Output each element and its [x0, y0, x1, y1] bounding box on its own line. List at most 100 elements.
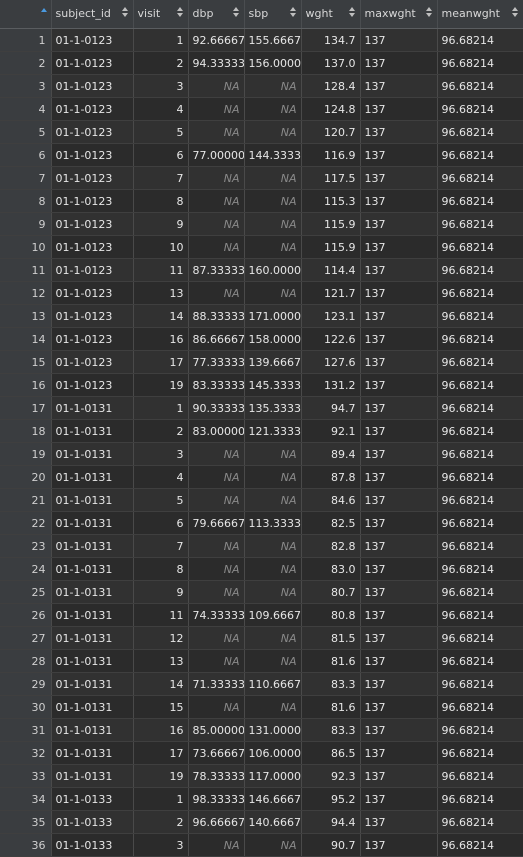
table-row[interactable]: 32 01-1-0131 17 73.66667 106.0000 86.5 137 96.6…	[0, 741, 523, 765]
meanwght-cell[interactable]: 96.68214	[437, 51, 523, 75]
visit-cell[interactable]: 10	[133, 235, 189, 259]
table-row[interactable]: 25 01-1-0131 9 NA NA 80.7 137 96.68214	[0, 580, 523, 604]
maxwght-cell[interactable]: 137	[360, 626, 438, 650]
meanwght-cell[interactable]: 96.68214	[437, 28, 523, 52]
visit-cell[interactable]: 8	[133, 189, 189, 213]
dbp-cell[interactable]: 85.00000	[188, 718, 245, 742]
dbp-cell[interactable]: NA	[188, 235, 245, 259]
wght-cell[interactable]: 82.8	[301, 534, 361, 558]
meanwght-cell[interactable]: 96.68214	[437, 212, 523, 236]
visit-cell[interactable]: 4	[133, 465, 189, 489]
meanwght-cell[interactable]: 96.68214	[437, 511, 523, 535]
dbp-cell[interactable]: 92.66667	[188, 28, 245, 52]
visit-cell[interactable]: 11	[133, 603, 189, 627]
dbp-cell[interactable]: NA	[188, 189, 245, 213]
row-index-cell[interactable]: 22	[0, 511, 52, 535]
row-index-cell[interactable]: 27	[0, 626, 52, 650]
visit-cell[interactable]: 16	[133, 327, 189, 351]
wght-cell[interactable]: 87.8	[301, 465, 361, 489]
sbp-cell[interactable]: NA	[244, 557, 302, 581]
maxwght-cell[interactable]: 137	[360, 373, 438, 397]
sort-icon[interactable]	[232, 7, 239, 19]
row-index-cell[interactable]: 19	[0, 442, 52, 466]
meanwght-cell[interactable]: 96.68214	[437, 695, 523, 719]
maxwght-cell[interactable]: 137	[360, 281, 438, 305]
table-row[interactable]: 29 01-1-0131 14 71.33333 110.6667 83.3 137 96.6…	[0, 672, 523, 696]
row-index-cell[interactable]: 28	[0, 649, 52, 673]
meanwght-cell[interactable]: 96.68214	[437, 810, 523, 834]
subject-id-cell[interactable]: 01-1-0131	[51, 695, 134, 719]
maxwght-cell[interactable]: 137	[360, 166, 438, 190]
column-header-wght[interactable]: wght	[301, 0, 361, 29]
sort-icon[interactable]	[511, 7, 518, 19]
subject-id-cell[interactable]: 01-1-0123	[51, 235, 134, 259]
table-row[interactable]: 10 01-1-0123 10 NA NA 115.9 137 96.68214	[0, 235, 523, 259]
visit-cell[interactable]: 1	[133, 396, 189, 420]
sbp-cell[interactable]: NA	[244, 281, 302, 305]
table-row[interactable]: 13 01-1-0123 14 88.33333 171.0000 123.1 137 96.…	[0, 304, 523, 328]
subject-id-cell[interactable]: 01-1-0123	[51, 212, 134, 236]
meanwght-cell[interactable]: 96.68214	[437, 120, 523, 144]
subject-id-cell[interactable]: 01-1-0123	[51, 189, 134, 213]
sbp-cell[interactable]: NA	[244, 235, 302, 259]
visit-cell[interactable]: 1	[133, 787, 189, 811]
row-index-cell[interactable]: 25	[0, 580, 52, 604]
dbp-cell[interactable]: NA	[188, 74, 245, 98]
subject-id-cell[interactable]: 01-1-0131	[51, 603, 134, 627]
meanwght-cell[interactable]: 96.68214	[437, 373, 523, 397]
maxwght-cell[interactable]: 137	[360, 235, 438, 259]
row-index-cell[interactable]: 20	[0, 465, 52, 489]
sbp-cell[interactable]: 144.3333	[244, 143, 302, 167]
visit-cell[interactable]: 2	[133, 51, 189, 75]
subject-id-cell[interactable]: 01-1-0123	[51, 28, 134, 52]
sort-ascending-icon[interactable]	[40, 7, 47, 19]
sbp-cell[interactable]: 140.6667	[244, 810, 302, 834]
wght-cell[interactable]: 127.6	[301, 350, 361, 374]
maxwght-cell[interactable]: 137	[360, 488, 438, 512]
visit-cell[interactable]: 9	[133, 212, 189, 236]
dbp-cell[interactable]: NA	[188, 166, 245, 190]
meanwght-cell[interactable]: 96.68214	[437, 442, 523, 466]
sbp-cell[interactable]: 106.0000	[244, 741, 302, 765]
visit-cell[interactable]: 5	[133, 120, 189, 144]
wght-cell[interactable]: 123.1	[301, 304, 361, 328]
meanwght-cell[interactable]: 96.68214	[437, 626, 523, 650]
column-header-maxwght[interactable]: maxwght	[360, 0, 438, 29]
dbp-cell[interactable]: 83.00000	[188, 419, 245, 443]
subject-id-cell[interactable]: 01-1-0131	[51, 396, 134, 420]
dbp-cell[interactable]: 90.33333	[188, 396, 245, 420]
dbp-cell[interactable]: 87.33333	[188, 258, 245, 282]
meanwght-cell[interactable]: 96.68214	[437, 258, 523, 282]
column-header-sbp[interactable]: sbp	[244, 0, 302, 29]
wght-cell[interactable]: 117.5	[301, 166, 361, 190]
row-index-cell[interactable]: 4	[0, 97, 52, 121]
meanwght-cell[interactable]: 96.68214	[437, 833, 523, 857]
sbp-cell[interactable]: 109.6667	[244, 603, 302, 627]
visit-cell[interactable]: 3	[133, 442, 189, 466]
sbp-cell[interactable]: 131.0000	[244, 718, 302, 742]
visit-cell[interactable]: 1	[133, 28, 189, 52]
maxwght-cell[interactable]: 137	[360, 534, 438, 558]
wght-cell[interactable]: 134.7	[301, 28, 361, 52]
column-header-visit[interactable]: visit	[133, 0, 189, 29]
subject-id-cell[interactable]: 01-1-0131	[51, 534, 134, 558]
dbp-cell[interactable]: NA	[188, 534, 245, 558]
dbp-cell[interactable]: 86.66667	[188, 327, 245, 351]
maxwght-cell[interactable]: 137	[360, 511, 438, 535]
subject-id-cell[interactable]: 01-1-0123	[51, 166, 134, 190]
table-row[interactable]: 31 01-1-0131 16 85.00000 131.0000 83.3 137 96.6…	[0, 718, 523, 742]
sbp-cell[interactable]: 110.6667	[244, 672, 302, 696]
subject-id-cell[interactable]: 01-1-0123	[51, 281, 134, 305]
sbp-cell[interactable]: NA	[244, 442, 302, 466]
maxwght-cell[interactable]: 137	[360, 350, 438, 374]
visit-cell[interactable]: 17	[133, 350, 189, 374]
row-index-cell[interactable]: 8	[0, 189, 52, 213]
table-row[interactable]: 23 01-1-0131 7 NA NA 82.8 137 96.68214	[0, 534, 523, 558]
table-row[interactable]: 20 01-1-0131 4 NA NA 87.8 137 96.68214	[0, 465, 523, 489]
maxwght-cell[interactable]: 137	[360, 741, 438, 765]
sort-icon[interactable]	[289, 7, 296, 19]
meanwght-cell[interactable]: 96.68214	[437, 557, 523, 581]
meanwght-cell[interactable]: 96.68214	[437, 787, 523, 811]
column-header-subject-id[interactable]: subject_id	[51, 0, 134, 29]
row-index-cell[interactable]: 13	[0, 304, 52, 328]
